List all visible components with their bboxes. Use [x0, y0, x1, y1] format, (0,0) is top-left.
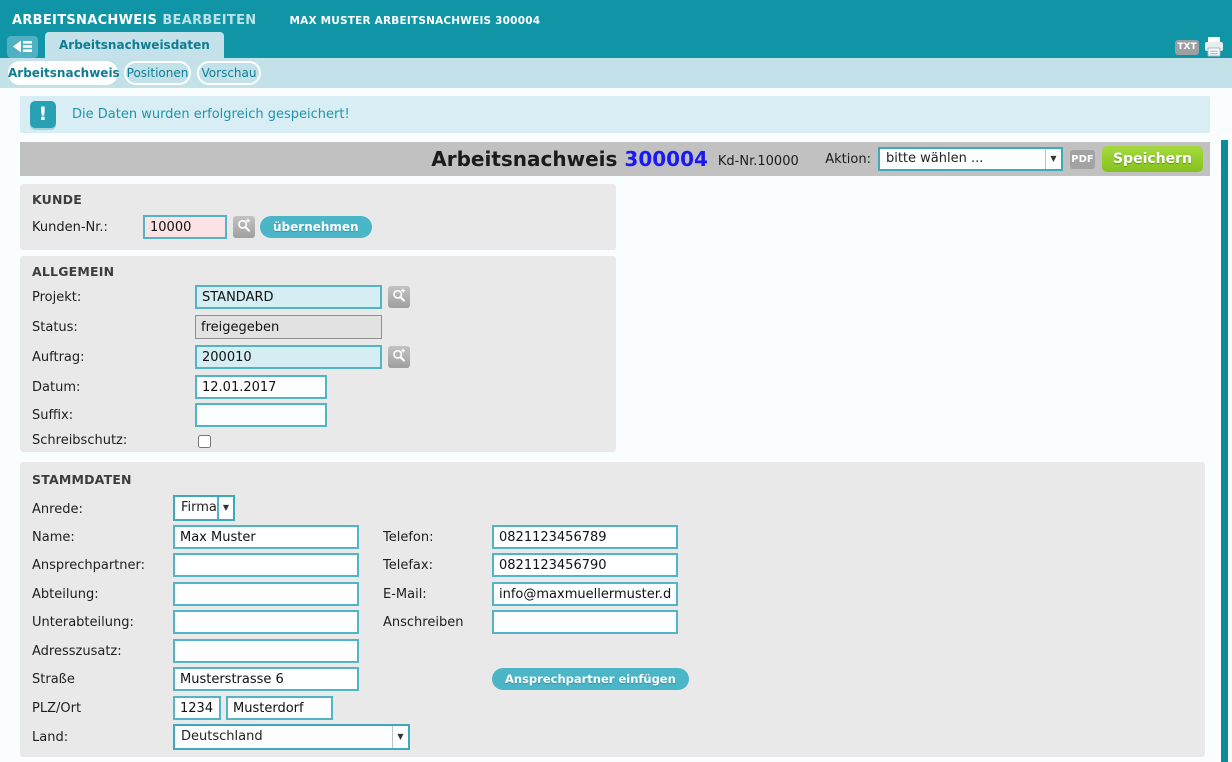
status-input [195, 315, 382, 339]
land-select-value: Deutschland [175, 726, 408, 748]
kunde-section-title: KUNDE [32, 192, 82, 207]
anrede-select[interactable]: Firma ▼ [173, 495, 235, 521]
telefon-input[interactable] [492, 525, 678, 549]
toolbar-actions: Aktion: bitte wählen ... ▼ PDF Speichern [825, 142, 1203, 176]
abteilung-label: Abteilung: [32, 587, 99, 602]
txt-export-button[interactable]: TXT [1175, 40, 1199, 55]
projekt-label: Projekt: [32, 290, 81, 305]
allgemein-section-title: ALLGEMEIN [32, 264, 114, 279]
kundennr-label: Kunden-Nr.: [32, 220, 108, 235]
name-input[interactable] [173, 525, 359, 549]
kunde-section: KUNDE Kunden-Nr.: übernehmen [20, 184, 616, 250]
ort-input[interactable] [226, 696, 333, 720]
auftrag-input[interactable] [195, 345, 382, 369]
record-title: Arbeitsnachweis [431, 147, 617, 171]
schreibschutz-label: Schreibschutz: [32, 433, 127, 448]
telefax-label: Telefax: [383, 558, 433, 573]
projekt-input[interactable] [195, 285, 382, 309]
kundennr-search-button[interactable] [233, 216, 255, 238]
unterabteilung-input[interactable] [173, 610, 359, 634]
name-label: Name: [32, 530, 75, 545]
top-header-bar: ARBEITSNACHWEIS BEARBEITEN MAX MUSTER AR… [0, 0, 1232, 58]
land-select[interactable]: Deutschland ▼ [173, 724, 410, 750]
auftrag-label: Auftrag: [32, 350, 85, 365]
anschreiben-input[interactable] [492, 610, 678, 634]
pdf-export-button[interactable]: PDF [1070, 150, 1095, 169]
plzort-label: PLZ/Ort [32, 701, 81, 716]
print-button[interactable] [1202, 36, 1226, 57]
save-button[interactable]: Speichern [1102, 146, 1203, 172]
tab-arbeitsnachweisdaten[interactable]: Arbeitsnachweisdaten [45, 32, 224, 58]
plz-input[interactable] [173, 696, 221, 720]
subtab-positionen[interactable]: Positionen [124, 61, 191, 85]
aktion-label: Aktion: [825, 152, 871, 167]
collapse-menu-button[interactable] [7, 36, 38, 58]
allgemein-section: ALLGEMEIN Projekt: Status: Auftrag: [20, 256, 616, 452]
email-label: E-Mail: [383, 587, 427, 602]
arbeitsnachweis-app: ARBEITSNACHWEIS BEARBEITEN MAX MUSTER AR… [0, 0, 1232, 762]
email-input[interactable] [492, 582, 678, 606]
record-subtitle: MAX MUSTER ARBEITSNACHWEIS 300004 [290, 15, 541, 27]
magnifier-icon [236, 217, 252, 237]
aktion-select[interactable]: bitte wählen ... ▼ [878, 147, 1063, 171]
suffix-input[interactable] [195, 403, 327, 427]
telefon-label: Telefon: [383, 530, 434, 545]
page-title: ARBEITSNACHWEIS [12, 13, 157, 28]
exclamation-icon: ! [30, 101, 56, 128]
strasse-label: Straße [32, 672, 75, 687]
suffix-label: Suffix: [32, 408, 73, 423]
telefax-input[interactable] [492, 553, 678, 577]
record-toolbar: Arbeitsnachweis 300004 Kd-Nr.10000 Aktio… [20, 142, 1210, 176]
adresszusatz-input[interactable] [173, 639, 359, 663]
page-right-border [1221, 140, 1228, 762]
auftrag-search-button[interactable] [388, 346, 410, 368]
subtab-vorschau[interactable]: Vorschau [197, 61, 261, 85]
datum-input[interactable] [195, 375, 327, 399]
record-kdnr: Kd-Nr.10000 [718, 154, 799, 169]
magnifier-icon [391, 287, 407, 307]
stammdaten-section: STAMMDATEN Anrede: Firma ▼ Name: Ansprec… [20, 462, 1205, 757]
stammdaten-section-title: STAMMDATEN [32, 472, 132, 487]
schreibschutz-checkbox[interactable] [198, 435, 211, 448]
back-menu-icon [13, 38, 33, 57]
adresszusatz-label: Adresszusatz: [32, 644, 122, 659]
chevron-down-icon: ▼ [1045, 149, 1061, 169]
aktion-select-value: bitte wählen ... [880, 149, 1061, 169]
subtab-arbeitsnachweis[interactable]: Arbeitsnachweis [8, 61, 118, 85]
window-title: ARBEITSNACHWEIS BEARBEITEN MAX MUSTER AR… [12, 9, 540, 28]
anrede-label: Anrede: [32, 502, 83, 517]
chevron-down-icon: ▼ [217, 497, 233, 519]
projekt-search-button[interactable] [388, 286, 410, 308]
status-label: Status: [32, 320, 78, 335]
uebernehmen-button[interactable]: übernehmen [260, 216, 372, 238]
abteilung-input[interactable] [173, 582, 359, 606]
strasse-input[interactable] [173, 667, 359, 691]
chevron-down-icon: ▼ [392, 726, 408, 748]
success-message-banner: ! Die Daten wurden erfolgreich gespeiche… [20, 96, 1210, 133]
page-title-mode: BEARBEITEN [162, 13, 256, 28]
unterabteilung-label: Unterabteilung: [32, 615, 134, 630]
ansprechpartner-input[interactable] [173, 553, 359, 577]
subtab-bar: Arbeitsnachweis Positionen Vorschau [0, 58, 1232, 88]
ansprechpartner-label: Ansprechpartner: [32, 558, 145, 573]
anschreiben-label: Anschreiben [383, 615, 463, 630]
magnifier-icon [391, 347, 407, 367]
record-number: 300004 [624, 147, 708, 171]
kundennr-input[interactable] [143, 215, 227, 239]
ansprechpartner-einfuegen-button[interactable]: Ansprechpartner einfügen [492, 668, 689, 690]
datum-label: Datum: [32, 380, 80, 395]
success-message-text: Die Daten wurden erfolgreich gespeichert… [72, 96, 350, 133]
land-label: Land: [32, 730, 68, 745]
